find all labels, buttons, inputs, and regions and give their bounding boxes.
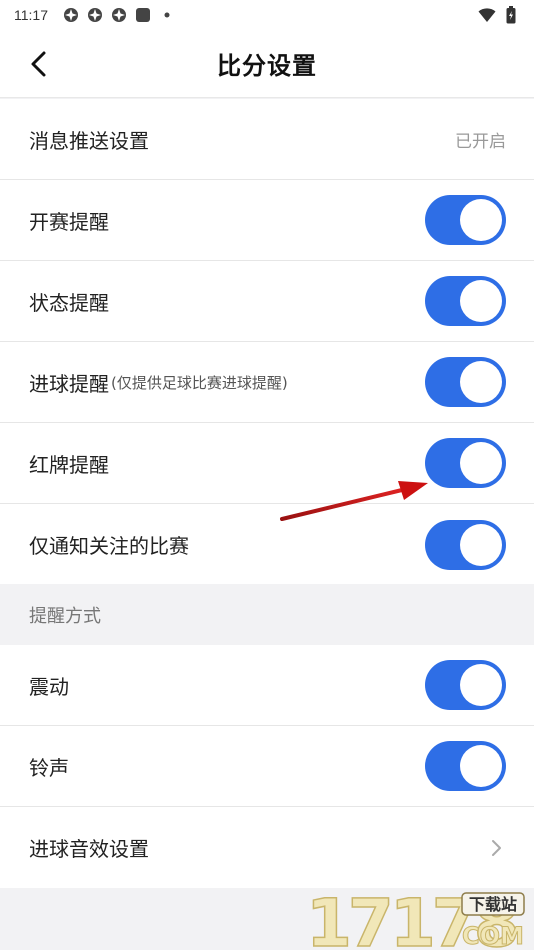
battery-icon [502,6,520,24]
push-settings-status: 已开启 [455,131,506,152]
status-bar: 11:17 [0,0,534,30]
red-card-reminder-label: 红牌提醒 [29,452,109,477]
toggle-knob [460,442,502,484]
goal-reminder-note: (仅提供足球比赛进球提醒) [111,373,288,392]
ringtone-toggle[interactable] [425,741,506,791]
status-time: 11:17 [14,7,48,23]
goal-sound-settings-row[interactable]: 进球音效设置 [0,807,534,888]
red-card-reminder-toggle[interactable] [425,438,506,488]
goal-sound-settings-label: 进球音效设置 [29,837,149,861]
page-header: 比分设置 [0,30,534,98]
app-notification-icon [62,6,80,24]
watermark-domain: COM [462,922,524,950]
ringtone-row: 铃声 [0,726,534,807]
goal-reminder-row: 进球提醒 (仅提供足球比赛进球提醒) [0,342,534,423]
more-notifications-dot-icon [158,6,176,24]
wifi-icon [478,6,496,24]
red-card-reminder-row: 红牌提醒 [0,423,534,504]
status-reminder-label: 状态提醒 [29,290,109,315]
site-watermark-logo: 17178 下载站 COM [305,888,525,950]
watermark-badge: 下载站 [469,895,517,914]
notification-settings-list: 消息推送设置 已开启 开赛提醒 状态提醒 进球提醒 (仅提供足球比赛进球提醒) … [0,99,534,585]
status-reminder-toggle[interactable] [425,276,506,326]
app-notification-icon [110,6,128,24]
followed-matches-only-row: 仅通知关注的比赛 [0,504,534,585]
ringtone-label: 铃声 [29,755,69,780]
match-start-reminder-row: 开赛提醒 [0,180,534,261]
reminder-method-section-header: 提醒方式 [0,584,534,645]
vibration-row: 震动 [0,645,534,726]
toggle-knob [460,745,502,787]
notification-icons [62,6,176,24]
page-title: 比分设置 [217,52,317,80]
status-reminder-row: 状态提醒 [0,261,534,342]
followed-matches-only-label: 仅通知关注的比赛 [29,534,189,558]
chevron-left-icon [31,51,46,77]
toggle-knob [460,280,502,322]
app-notification-icon [86,6,104,24]
vibration-label: 震动 [29,674,69,699]
toggle-knob [460,199,502,241]
back-button[interactable] [22,48,54,80]
toggle-knob [460,523,502,566]
toggle-knob [460,361,502,403]
followed-matches-only-toggle[interactable] [425,519,506,570]
push-settings-row[interactable]: 消息推送设置 已开启 [0,99,534,180]
match-start-reminder-label: 开赛提醒 [29,209,109,234]
square-notification-icon [134,6,152,24]
reminder-method-list: 震动 铃声 进球音效设置 [0,645,534,888]
match-start-reminder-toggle[interactable] [425,195,506,245]
goal-reminder-label: 进球提醒 [29,371,109,396]
goal-reminder-toggle[interactable] [425,357,506,407]
toggle-knob [460,664,502,706]
chevron-right-icon [486,838,506,858]
vibration-toggle[interactable] [425,660,506,710]
push-settings-label: 消息推送设置 [29,128,149,153]
